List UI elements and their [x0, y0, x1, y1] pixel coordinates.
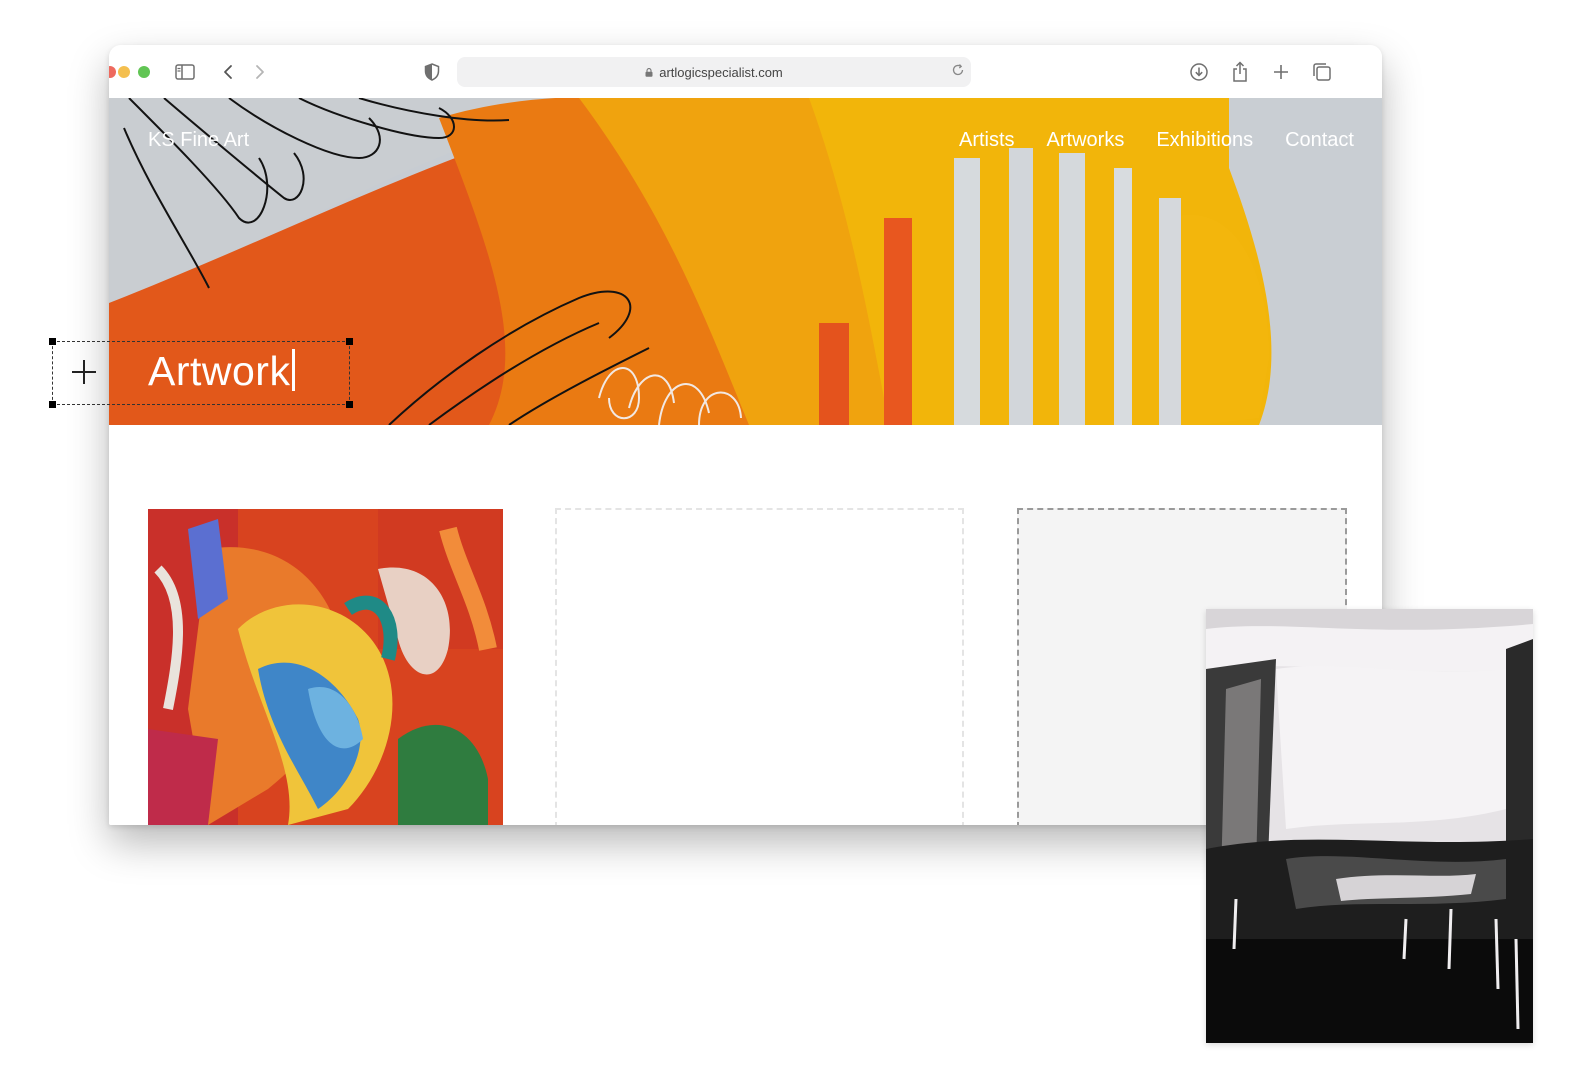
resize-handle-top-right[interactable]: [346, 338, 353, 345]
stage: artlogicspecialist.com KS Fine Art Artis…: [0, 0, 1577, 1075]
download-icon[interactable]: [1186, 59, 1212, 85]
forward-icon[interactable]: [247, 59, 273, 85]
resize-handle-bottom-right[interactable]: [346, 401, 353, 408]
browser-toolbar: artlogicspecialist.com: [109, 45, 1382, 98]
web-page: KS Fine Art Artists Artworks Exhibitions…: [109, 98, 1382, 825]
shield-icon[interactable]: [419, 59, 445, 85]
dragged-artwork-image[interactable]: [1206, 609, 1533, 1043]
monochrome-painting-image: [1206, 609, 1533, 1043]
resize-handle-bottom-left[interactable]: [49, 401, 56, 408]
nav-artworks[interactable]: Artworks: [1047, 129, 1125, 152]
url-text: artlogicspecialist.com: [659, 64, 783, 80]
sidebar-icon[interactable]: [172, 59, 198, 85]
close-window-button[interactable]: [109, 66, 116, 78]
tabs-overview-icon[interactable]: [1309, 59, 1335, 85]
abstract-painting-image: [148, 509, 503, 825]
site-nav: Artists Artworks Exhibitions Contact: [959, 129, 1354, 152]
back-icon[interactable]: [215, 59, 241, 85]
browser-window: artlogicspecialist.com KS Fine Art Artis…: [109, 45, 1382, 825]
add-element-icon[interactable]: [70, 358, 98, 386]
resize-handle-top-left[interactable]: [49, 338, 56, 345]
new-tab-icon[interactable]: [1268, 59, 1294, 85]
reload-icon[interactable]: [951, 63, 965, 80]
nav-artists[interactable]: Artists: [959, 129, 1015, 152]
site-logo[interactable]: KS Fine Art: [148, 129, 249, 152]
nav-contact[interactable]: Contact: [1285, 129, 1354, 152]
share-icon[interactable]: [1227, 59, 1253, 85]
nav-exhibitions[interactable]: Exhibitions: [1156, 129, 1253, 152]
zoom-window-button[interactable]: [138, 66, 150, 78]
address-bar[interactable]: artlogicspecialist.com: [457, 57, 971, 87]
empty-artwork-slot[interactable]: [555, 508, 964, 825]
artwork-thumbnail[interactable]: [148, 509, 503, 825]
minimize-window-button[interactable]: [118, 66, 130, 78]
lock-icon: [645, 67, 653, 77]
